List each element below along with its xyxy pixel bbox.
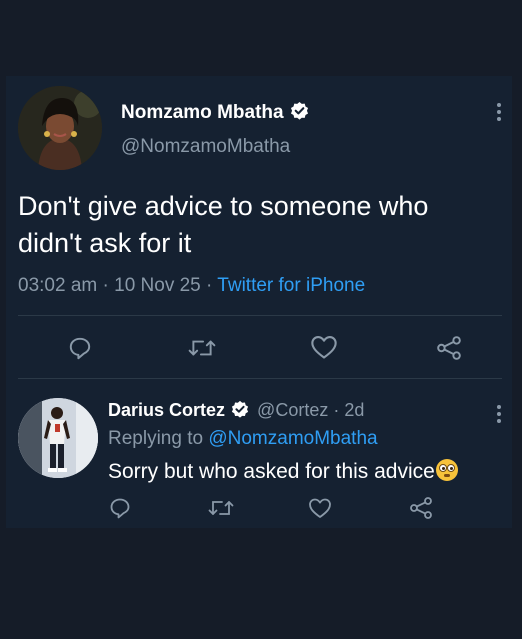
verified-badge-icon (231, 400, 249, 423)
reply-like-icon[interactable] (308, 496, 332, 525)
tweet-source-link[interactable]: Twitter for iPhone (217, 275, 365, 296)
like-icon[interactable] (310, 334, 338, 365)
reply-author-handle[interactable]: @Cortez (257, 400, 328, 420)
author-avatar[interactable] (18, 86, 102, 170)
author-handle[interactable]: @NomzamoMbatha (121, 136, 290, 158)
reply-retweet-icon[interactable] (208, 496, 234, 525)
reply-share-icon[interactable] (409, 496, 433, 525)
tweet-date: 10 Nov 25 (114, 275, 201, 296)
reply-header: Darius Cortez @Cortez · 2d (108, 400, 364, 423)
reply-icon[interactable] (67, 335, 93, 366)
meta-separator: · (102, 275, 109, 296)
more-vertical-icon[interactable] (496, 102, 502, 127)
reply-reply-icon[interactable] (108, 496, 132, 525)
share-icon[interactable] (435, 335, 463, 366)
author-photo (18, 86, 102, 170)
replying-to-line: Replying to @NomzamoMbatha (108, 428, 378, 450)
reply-author-avatar[interactable] (18, 398, 98, 478)
tweet-text: Don't give advice to someone who didn't … (18, 191, 429, 258)
verified-badge-icon (290, 101, 309, 126)
divider (18, 315, 502, 316)
meta-separator: · (333, 400, 340, 420)
reply-text: Sorry but who asked for this advice (108, 460, 435, 483)
replying-to-mention[interactable]: @NomzamoMbatha (208, 428, 377, 449)
retweet-icon[interactable] (188, 335, 216, 366)
author-name[interactable]: Nomzamo Mbatha (121, 102, 284, 123)
divider (18, 378, 502, 379)
tweet-time: 03:02 am (18, 275, 98, 296)
reply-more-vertical-icon[interactable] (496, 404, 502, 429)
tweet-thread-card: Nomzamo Mbatha @NomzamoMbatha Don't give… (6, 76, 512, 528)
replying-to-prefix: Replying to (108, 428, 204, 449)
author-name-row[interactable]: Nomzamo Mbatha (121, 101, 309, 126)
reply-age: 2d (344, 400, 365, 420)
flushed-face-emoji-icon (435, 459, 458, 481)
reply-author-photo (18, 398, 98, 478)
meta-separator: · (206, 275, 213, 296)
reply-author-name[interactable]: Darius Cortez (108, 400, 225, 420)
tweet-meta: 03:02 am · 10 Nov 25 · Twitter for iPhon… (18, 275, 365, 297)
reply-text-line: Sorry but who asked for this advice (108, 459, 458, 484)
